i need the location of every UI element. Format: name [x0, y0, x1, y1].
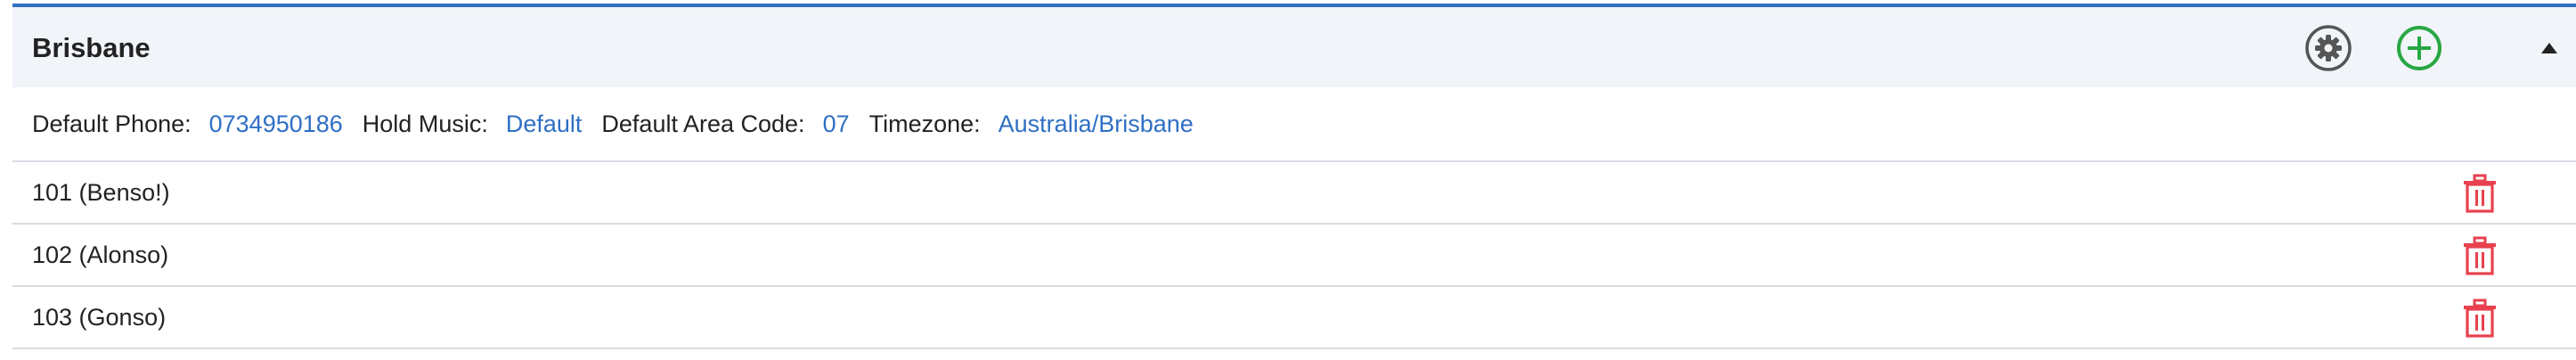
area-code-link[interactable]: 07	[823, 110, 850, 138]
timezone-label: Timezone:	[868, 110, 981, 137]
delete-extension-button[interactable]	[2460, 235, 2499, 276]
collapse-button[interactable]	[2530, 29, 2569, 68]
settings-button[interactable]	[2303, 23, 2353, 73]
trash-icon	[2464, 174, 2496, 213]
group-info-row: Default Phone: 0734950186 Hold Music: De…	[12, 87, 2576, 162]
timezone-link[interactable]: Australia/Brisbane	[999, 110, 1194, 138]
panel-header: Brisbane	[12, 4, 2576, 87]
delete-extension-button[interactable]	[2460, 173, 2499, 214]
caret-up-icon	[2541, 43, 2557, 53]
trash-icon	[2464, 236, 2496, 275]
gear-icon	[2305, 25, 2352, 71]
extension-label: 103 (Gonso)	[32, 303, 167, 331]
plus-circle-icon	[2397, 26, 2441, 70]
group-panel: Brisbane Default Phone: 0734950186 Hold …	[0, 0, 2576, 355]
add-extension-button[interactable]	[2394, 23, 2444, 73]
hold-music-label: Hold Music:	[362, 110, 488, 137]
trash-icon	[2464, 299, 2496, 338]
extension-label: 102 (Alonso)	[32, 241, 169, 268]
list-item[interactable]: 102 (Alonso)	[12, 225, 2576, 287]
group-title: Brisbane	[32, 32, 151, 63]
delete-extension-button[interactable]	[2460, 298, 2499, 339]
list-item[interactable]: 103 (Gonso)	[12, 287, 2576, 349]
extension-list: 101 (Benso!) 102 (Alonso) 103 (Gonso)	[12, 162, 2576, 349]
default-phone-label: Default Phone:	[32, 110, 192, 137]
hold-music-link[interactable]: Default	[506, 110, 583, 138]
area-code-label: Default Area Code:	[601, 110, 805, 137]
extension-label: 101 (Benso!)	[32, 178, 170, 206]
list-item[interactable]: 101 (Benso!)	[12, 162, 2576, 225]
default-phone-link[interactable]: 0734950186	[209, 110, 343, 138]
